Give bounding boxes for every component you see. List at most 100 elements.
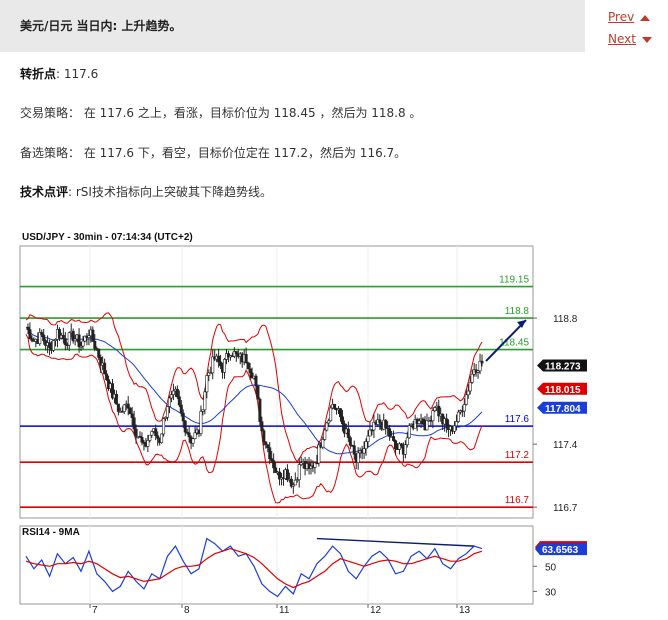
candle-body [464, 394, 468, 405]
x-tick-label: 11 [279, 605, 290, 614]
next-link[interactable]: Next [608, 32, 652, 46]
candle-body [466, 390, 470, 396]
candle-body [199, 411, 203, 434]
comment-text: : rSI技术指标向上突破其下降趋势线。 [68, 185, 272, 199]
candle-body [191, 438, 195, 444]
candle-body [452, 425, 456, 432]
candle-body [244, 354, 248, 364]
candle-body [394, 440, 398, 449]
candle-body [130, 413, 134, 419]
y-tick-label: 116.7 [553, 503, 578, 514]
candle-body [348, 437, 352, 446]
candle-body [183, 420, 187, 433]
rsi-title: RSI14 - 9MA [22, 527, 80, 538]
usdjpy-chart: 119.15118.8118.45117.6117.2116.7 7 8 11 12 1… [19, 232, 587, 614]
candle-body [166, 406, 170, 418]
candle-body [362, 448, 366, 454]
x-tick-label: 8 [184, 605, 190, 614]
candle-body [248, 368, 252, 374]
rsi-y-tick-label: 50 [545, 562, 557, 573]
candle-body [169, 394, 173, 399]
triangle-up-icon [640, 14, 651, 21]
x-tick-label: 7 [92, 605, 98, 614]
candle-body [63, 338, 67, 345]
candle-body [407, 425, 411, 439]
price-tag-label: 118.273 [545, 362, 581, 373]
candle-body [140, 437, 144, 443]
next-label: Next [608, 32, 636, 46]
candle-body [217, 355, 221, 363]
price-tag-label: 118.015 [545, 385, 581, 396]
rsi-line [25, 537, 483, 598]
candle-body [462, 404, 466, 412]
candle-body [246, 362, 250, 370]
candle-body [346, 428, 350, 438]
candle-body [297, 464, 301, 480]
rsi-trendline [316, 537, 475, 547]
candle-body [285, 469, 289, 481]
level-label: 117.2 [505, 450, 530, 461]
candle-body [97, 348, 101, 358]
candle-body [150, 431, 154, 436]
x-tick-label: 12 [370, 605, 382, 614]
candle-body [91, 329, 95, 342]
candle-body [234, 351, 238, 355]
candle-body [132, 417, 136, 430]
candle-body [67, 332, 71, 346]
price-tag-label: 117.804 [545, 404, 581, 415]
candle-body [187, 432, 191, 438]
candle-body [254, 375, 258, 387]
candle-body [134, 428, 138, 437]
candle-body [52, 340, 56, 351]
candle-body [352, 445, 356, 455]
candle-body [264, 441, 268, 445]
candle-body [329, 407, 333, 422]
candle-body [122, 404, 126, 412]
candle-body [392, 436, 396, 441]
strategy-label: 交易策略： [20, 106, 81, 120]
chart-title: USD/JPY - 30min - 07:14:34 (UTC+2) [22, 232, 193, 243]
candle-body [48, 342, 52, 348]
strategy-line: 交易策略： 在 117.6 之上，看涨，目标价位为 118.45 ，然后为 11… [20, 104, 421, 121]
level-label: 117.6 [505, 414, 530, 425]
alt-strategy-line: 备选策略： 在 117.6 下，看空，目标价位定在 117.2，然后为 116.… [20, 144, 406, 161]
candle-body [128, 407, 132, 415]
candle-body [470, 373, 474, 383]
prev-label: Prev [608, 10, 635, 24]
candle-body [256, 385, 260, 400]
bollinger-lower [25, 334, 483, 504]
page-title: 美元/日元 当日内: 上升趋势。 [20, 19, 182, 33]
candle-body [425, 420, 429, 431]
candle-body [417, 420, 421, 424]
candle-body [105, 373, 109, 380]
candle-body [321, 439, 325, 448]
candle-body [160, 433, 164, 443]
candle-body [146, 440, 150, 447]
candle-body [399, 443, 403, 447]
candle-body [366, 435, 370, 442]
level-label: 116.7 [505, 495, 530, 506]
comment-line: 技术点评: rSI技术指标向上突破其下降趋势线。 [20, 183, 272, 200]
candle-body [421, 418, 425, 425]
candle-body [468, 382, 472, 392]
candle-body [272, 460, 276, 469]
prev-link[interactable]: Prev [608, 10, 651, 24]
x-tick-label: 13 [459, 605, 471, 614]
candle-body [384, 419, 388, 428]
candle-body [356, 452, 360, 463]
candle-body [454, 421, 458, 427]
candle-body [167, 397, 171, 407]
candle-body [116, 403, 120, 412]
candle-body [433, 407, 437, 411]
candle-body [181, 412, 185, 422]
candle-body [177, 396, 181, 406]
candle-body [262, 430, 266, 443]
candle-body [325, 422, 329, 431]
candle-body [61, 335, 65, 339]
candle-body [431, 410, 435, 422]
pivot-value: : 117.6 [56, 67, 99, 81]
y-tick-label: 117.4 [553, 440, 578, 451]
header-bar: 美元/日元 当日内: 上升趋势。 [0, 0, 585, 52]
candle-body [268, 447, 272, 459]
rsi-y-tick-label: 30 [545, 587, 557, 598]
